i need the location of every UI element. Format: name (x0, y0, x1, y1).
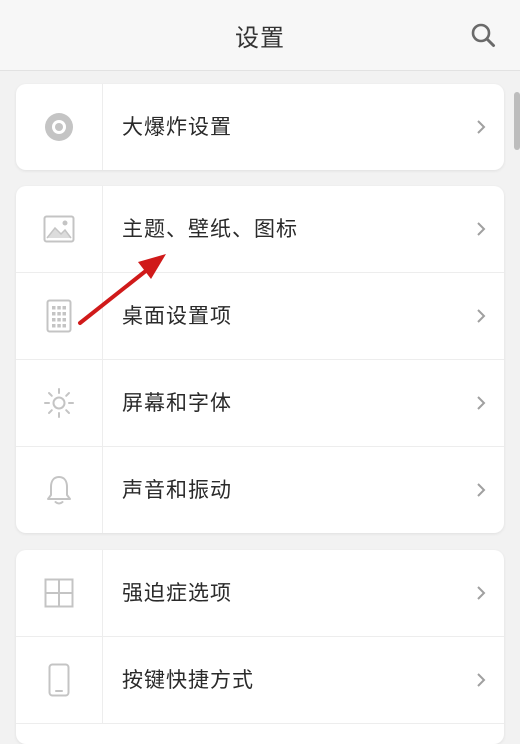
big-bang-icon (45, 113, 73, 141)
keypad-icon (46, 299, 72, 333)
settings-item-ocd-options[interactable]: 强迫症选项 (16, 550, 504, 637)
chevron-right-icon (477, 309, 486, 323)
grid-icon (44, 578, 74, 608)
settings-item-icon-cell (16, 550, 103, 636)
settings-item-screen-font[interactable]: 屏幕和字体 (16, 360, 504, 447)
settings-group-3: 强迫症选项 按键快捷方式 (16, 550, 504, 744)
phone-icon (48, 663, 70, 697)
image-icon (43, 215, 75, 243)
settings-item-big-bang[interactable]: 大爆炸设置 (16, 84, 504, 170)
settings-item-icon-cell (16, 360, 103, 446)
settings-item-label: 按键快捷方式 (122, 668, 254, 692)
settings-group-1: 大爆炸设置 (16, 84, 504, 170)
settings-item-key-shortcuts[interactable]: 按键快捷方式 (16, 637, 504, 724)
settings-item-theme-wallpaper-icon[interactable]: 主题、壁纸、图标 (16, 186, 504, 273)
chevron-right-icon (477, 120, 486, 134)
chevron-right-icon (477, 483, 486, 497)
settings-item-icon-cell (16, 637, 103, 723)
settings-item-icon-cell (16, 447, 103, 533)
settings-item-sound-vibration[interactable]: 声音和振动 (16, 447, 504, 533)
bell-icon (47, 476, 71, 505)
settings-item-icon-cell (16, 273, 103, 359)
page-title: 设置 (235, 24, 285, 52)
settings-item-label: 主题、壁纸、图标 (122, 217, 298, 241)
chevron-right-icon (477, 586, 486, 600)
chevron-right-icon (477, 396, 486, 410)
settings-item-label: 屏幕和字体 (122, 391, 232, 415)
settings-item-label: 大爆炸设置 (122, 115, 232, 139)
settings-item-desktop[interactable]: 桌面设置项 (16, 273, 504, 360)
scrollbar-thumb[interactable] (514, 92, 520, 150)
chevron-right-icon (477, 222, 486, 236)
title-bar: 设置 (0, 0, 520, 71)
settings-group-2: 主题、壁纸、图标 桌面设置项 屏幕和字体 声音和振动 (16, 186, 504, 533)
settings-item-partial (16, 724, 504, 744)
settings-item-icon-cell (16, 84, 103, 170)
settings-item-label: 强迫症选项 (122, 581, 232, 605)
chevron-right-icon (477, 673, 486, 687)
settings-item-label: 声音和振动 (122, 478, 232, 502)
brightness-icon (44, 388, 74, 418)
settings-item-label: 桌面设置项 (122, 304, 232, 328)
settings-item-icon-cell (16, 186, 103, 272)
search-icon[interactable] (470, 22, 496, 48)
